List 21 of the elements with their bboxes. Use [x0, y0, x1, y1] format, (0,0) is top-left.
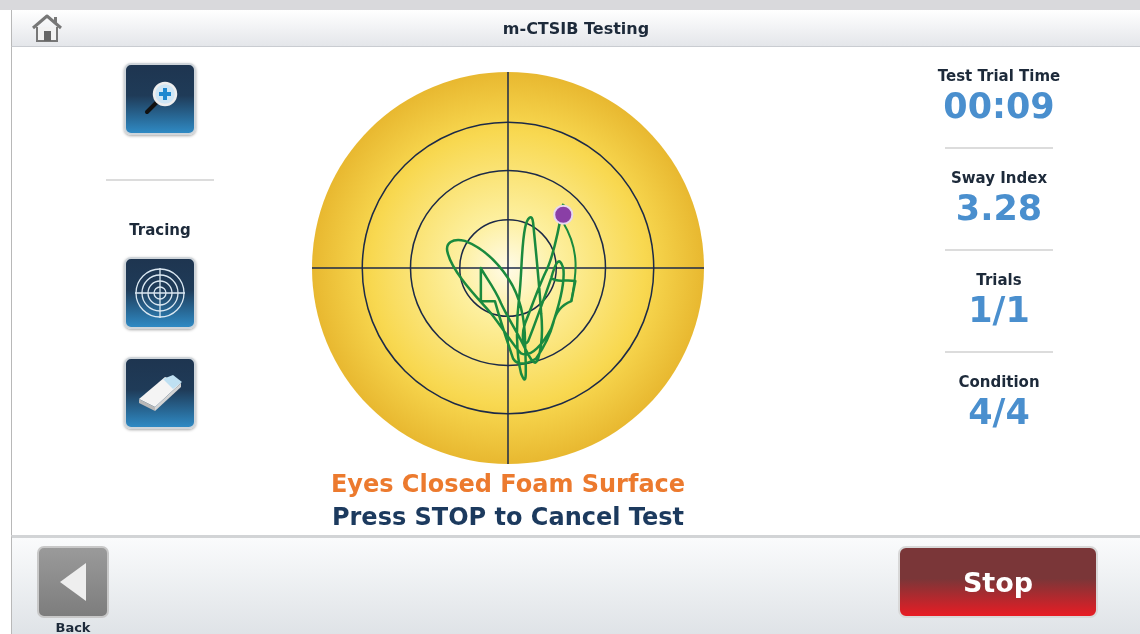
target-icon	[134, 267, 186, 319]
clear-button[interactable]	[124, 357, 196, 429]
stat-label: Trials	[976, 271, 1022, 289]
tracing-button[interactable]	[124, 257, 196, 329]
instruction-text: Press STOP to Cancel Test	[331, 502, 685, 533]
back-button[interactable]	[37, 546, 109, 618]
stat-label: Test Trial Time	[937, 67, 1061, 85]
stat-value: 3.28	[955, 187, 1043, 229]
stat-value: 1/1	[968, 289, 1030, 331]
back-label: Back	[55, 620, 91, 634]
stat-label: Sway Index	[950, 169, 1048, 187]
condition-text: Eyes Closed Foam Surface	[330, 469, 686, 500]
window-title: m-CTSIB Testing	[502, 18, 650, 38]
stat-value: 4/4	[968, 391, 1030, 433]
home-icon[interactable]	[30, 14, 64, 42]
stat-value: 00:09	[943, 85, 1055, 127]
back-arrow-icon	[58, 561, 88, 603]
stop-button[interactable]: Stop	[898, 546, 1098, 618]
zoom-in-button[interactable]	[124, 63, 196, 135]
stat-label: Condition	[958, 373, 1040, 391]
tracing-label: Tracing	[129, 221, 191, 239]
